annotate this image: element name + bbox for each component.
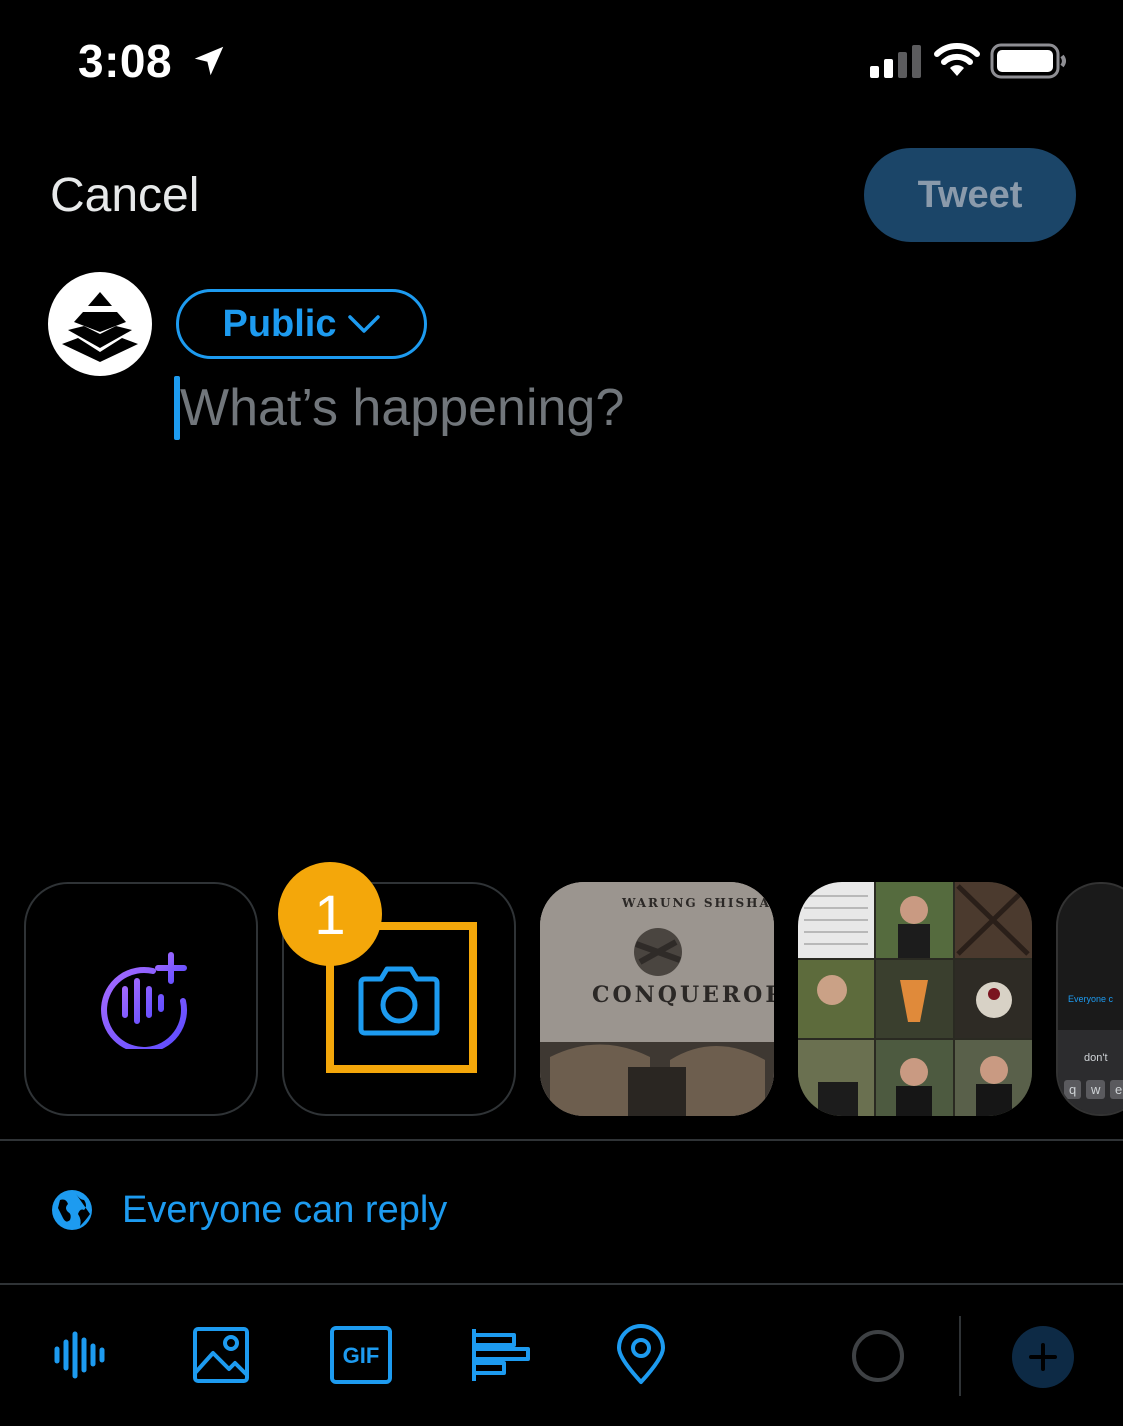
screenshot-reply-snippet: Everyone c: [1068, 994, 1114, 1004]
divider: [0, 1283, 1123, 1285]
gif-button[interactable]: GIF: [328, 1322, 394, 1388]
location-arrow-icon: [194, 46, 224, 76]
poll-button[interactable]: [468, 1322, 534, 1388]
globe-icon: [52, 1190, 92, 1230]
avatar-logo-icon: [62, 292, 138, 362]
recent-photo-2[interactable]: [798, 882, 1032, 1116]
screenshot-suggestion: don't: [1084, 1052, 1108, 1064]
spaces-voice-tile[interactable]: [24, 882, 258, 1116]
signal-icon: [870, 45, 921, 78]
spaces-add-icon: [101, 952, 187, 1049]
audience-selector[interactable]: Public: [176, 289, 427, 359]
add-thread-button[interactable]: [1012, 1326, 1074, 1388]
recent-photo-1[interactable]: WARUNG SHISHA CONQUEROR: [540, 882, 774, 1116]
divider: [0, 1139, 1123, 1141]
plus-icon: [1029, 1343, 1057, 1371]
reply-setting[interactable]: Everyone can reply: [50, 1188, 447, 1232]
image-button[interactable]: [188, 1322, 254, 1388]
recent-photo-3[interactable]: Everyone c don't q w e: [1056, 882, 1123, 1116]
poll-icon: [472, 1329, 530, 1381]
annotation-step-badge: 1: [278, 862, 382, 966]
battery-icon: [990, 43, 1066, 79]
voice-tweet-button[interactable]: [48, 1322, 114, 1388]
audience-label: Public: [222, 302, 337, 345]
avatar[interactable]: [48, 272, 152, 376]
screenshot-key-e: e: [1110, 1080, 1123, 1099]
status-bar: 3:08: [0, 0, 1123, 120]
wall-text-top: WARUNG SHISHA: [622, 896, 771, 910]
wifi-icon: [934, 43, 980, 76]
photo-collage-thumbnail: [798, 882, 1032, 1116]
screenshot-key-w: w: [1086, 1080, 1106, 1099]
character-count-ring: [852, 1330, 904, 1382]
tweet-text-input[interactable]: What’s happening?: [180, 378, 624, 438]
gif-icon-text: GIF: [343, 1343, 380, 1368]
tweet-button[interactable]: Tweet: [864, 148, 1076, 242]
gif-icon: GIF: [330, 1326, 392, 1384]
voice-wave-icon: [54, 1331, 105, 1379]
location-button[interactable]: [608, 1322, 674, 1388]
reply-setting-label: Everyone can reply: [122, 1188, 448, 1231]
status-time: 3:08: [78, 35, 173, 87]
wall-text-main: CONQUEROR: [592, 982, 774, 1008]
screenshot-key-q: q: [1064, 1080, 1082, 1099]
toolbar-separator: [959, 1316, 961, 1396]
location-pin-icon: [617, 1324, 665, 1384]
chevron-down-icon: [347, 315, 380, 333]
cancel-button[interactable]: Cancel: [50, 168, 199, 223]
image-icon: [193, 1327, 249, 1383]
screenshot-keyboard: [1058, 1030, 1123, 1114]
